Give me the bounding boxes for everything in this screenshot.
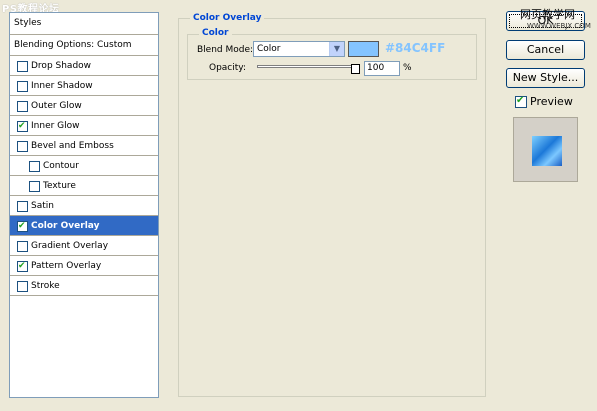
blend-mode-value: Color — [257, 44, 281, 54]
style-item-stroke[interactable]: Stroke — [10, 276, 158, 296]
style-checkbox[interactable] — [17, 281, 28, 292]
style-item-color-overlay[interactable]: ✔ Color Overlay — [10, 216, 158, 236]
style-checkbox[interactable] — [17, 61, 28, 72]
chevron-down-icon[interactable]: ▼ — [329, 42, 344, 56]
style-item-contour[interactable]: Contour — [10, 156, 158, 176]
preview-image — [532, 136, 562, 166]
style-item-drop-shadow[interactable]: Drop Shadow — [10, 56, 158, 76]
opacity-label: Opacity: — [209, 63, 246, 73]
style-item-label: Stroke — [31, 281, 60, 291]
watermark-cn: 网页教学网 — [520, 8, 575, 21]
style-item-label: Satin — [31, 201, 54, 211]
style-checkbox[interactable] — [29, 181, 40, 192]
style-item-label: Inner Shadow — [31, 81, 93, 91]
checkmark-icon: ✔ — [18, 261, 26, 271]
style-item-label: Texture — [43, 181, 76, 191]
style-item-texture[interactable]: Texture — [10, 176, 158, 196]
style-item-gradient-overlay[interactable]: Gradient Overlay — [10, 236, 158, 256]
style-item-inner-shadow[interactable]: Inner Shadow — [10, 76, 158, 96]
style-item-label: Inner Glow — [31, 121, 80, 131]
preview-thumbnail — [513, 117, 578, 182]
style-checkbox[interactable]: ✔ — [17, 121, 28, 132]
style-item-pattern-overlay[interactable]: ✔ Pattern Overlay — [10, 256, 158, 276]
style-item-label: Color Overlay — [31, 221, 100, 231]
style-item-label: Bevel and Emboss — [31, 141, 114, 151]
style-checkbox[interactable]: ✔ — [17, 221, 28, 232]
style-checkbox[interactable] — [17, 201, 28, 212]
style-item-outer-glow[interactable]: Outer Glow — [10, 96, 158, 116]
style-checkbox[interactable] — [17, 81, 28, 92]
blending-options-item[interactable]: Blending Options: Custom — [10, 35, 158, 56]
watermark-url: WWW.WEBJX.COM — [527, 22, 591, 30]
opacity-slider-thumb[interactable] — [351, 64, 360, 74]
color-hex-label: #84C4FF — [385, 41, 446, 55]
styles-list: Styles Blending Options: Custom Drop Sha… — [9, 12, 159, 398]
opacity-input[interactable]: 100 — [364, 61, 400, 76]
style-item-label: Contour — [43, 161, 79, 171]
style-checkbox[interactable] — [29, 161, 40, 172]
checkmark-icon: ✔ — [516, 95, 525, 106]
style-item-label: Drop Shadow — [31, 61, 92, 71]
style-item-bevel-and-emboss[interactable]: Bevel and Emboss — [10, 136, 158, 156]
checkmark-icon: ✔ — [18, 121, 26, 131]
preview-checkbox[interactable]: ✔ — [515, 95, 527, 108]
blend-mode-label: Blend Mode: — [197, 45, 254, 55]
style-item-label: Pattern Overlay — [31, 261, 102, 271]
style-checkbox[interactable]: ✔ — [17, 261, 28, 272]
opacity-unit: % — [403, 63, 412, 73]
style-checkbox[interactable] — [17, 241, 28, 252]
blend-mode-select[interactable]: Color ▼ — [253, 41, 345, 57]
style-checkbox[interactable] — [17, 141, 28, 152]
new-style-button[interactable]: New Style... — [506, 68, 585, 88]
checkmark-icon: ✔ — [18, 221, 26, 231]
color-overlay-title: Color Overlay — [190, 12, 265, 24]
styles-header[interactable]: Styles — [10, 13, 158, 35]
cancel-button[interactable]: Cancel — [506, 40, 585, 60]
style-item-label: Gradient Overlay — [31, 241, 109, 251]
preview-label[interactable]: Preview — [530, 96, 573, 108]
style-item-satin[interactable]: Satin — [10, 196, 158, 216]
opacity-slider-track[interactable] — [257, 65, 359, 68]
style-item-label: Outer Glow — [31, 101, 82, 111]
color-subgroup-title: Color — [199, 27, 232, 39]
color-swatch[interactable] — [348, 41, 379, 57]
style-checkbox[interactable] — [17, 101, 28, 112]
style-item-inner-glow[interactable]: ✔ Inner Glow — [10, 116, 158, 136]
